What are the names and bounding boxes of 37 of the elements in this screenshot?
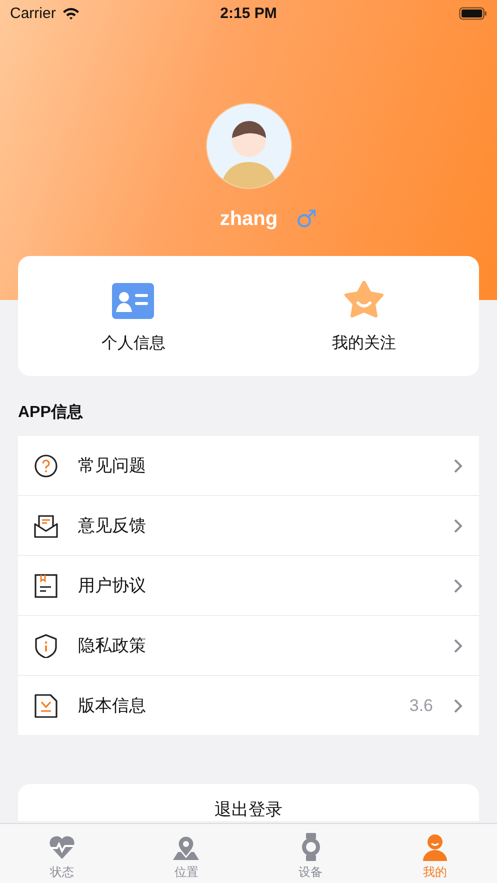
chevron-right-icon [453, 638, 463, 654]
menu-row[interactable]: 用户协议 [18, 556, 479, 615]
heartbeat-icon [49, 834, 76, 860]
question-icon [34, 454, 58, 478]
quick-action-label[interactable]: 我的关注 [332, 332, 396, 354]
chevron-right-icon [453, 698, 463, 714]
gender-symbol: ♂ [296, 207, 318, 231]
section-title: APP信息 [18, 402, 84, 423]
menu-label: 用户协议 [78, 575, 147, 597]
chevron-right-icon [453, 458, 463, 474]
chevron-right-icon [453, 578, 463, 594]
location-pin-icon [173, 834, 200, 860]
carrier-label: Carrier [10, 4, 56, 22]
menu-label: 版本信息 [78, 695, 147, 717]
logout-button[interactable]: 退出登录 [18, 784, 479, 821]
envelope-icon [34, 514, 58, 538]
chevron-right-icon [453, 518, 463, 534]
menu-row[interactable]: 常见问题 [18, 436, 479, 495]
menu-label: 隐私政策 [78, 635, 147, 657]
menu-row[interactable]: 意见反馈 [18, 496, 479, 555]
menu-label: 意见反馈 [78, 515, 147, 537]
document-icon [34, 574, 58, 598]
battery-icon [459, 6, 487, 20]
user-name: zhang [220, 208, 278, 230]
menu-row[interactable]: 隐私政策 [18, 616, 479, 675]
shield-icon [34, 634, 58, 658]
menu-label: 常见问题 [78, 455, 147, 477]
quick-action-label[interactable]: 个人信息 [101, 332, 166, 354]
download-file-icon [34, 694, 58, 718]
person-icon [422, 834, 447, 860]
status-time: 2:15 PM [220, 4, 277, 22]
wifi-icon [62, 6, 80, 20]
version-number: 3.6 [409, 696, 433, 716]
watch-icon [300, 833, 321, 861]
contact-card-icon [112, 282, 154, 318]
star-icon [342, 280, 385, 320]
menu-row[interactable]: 版本信息 3.6 [18, 676, 479, 735]
